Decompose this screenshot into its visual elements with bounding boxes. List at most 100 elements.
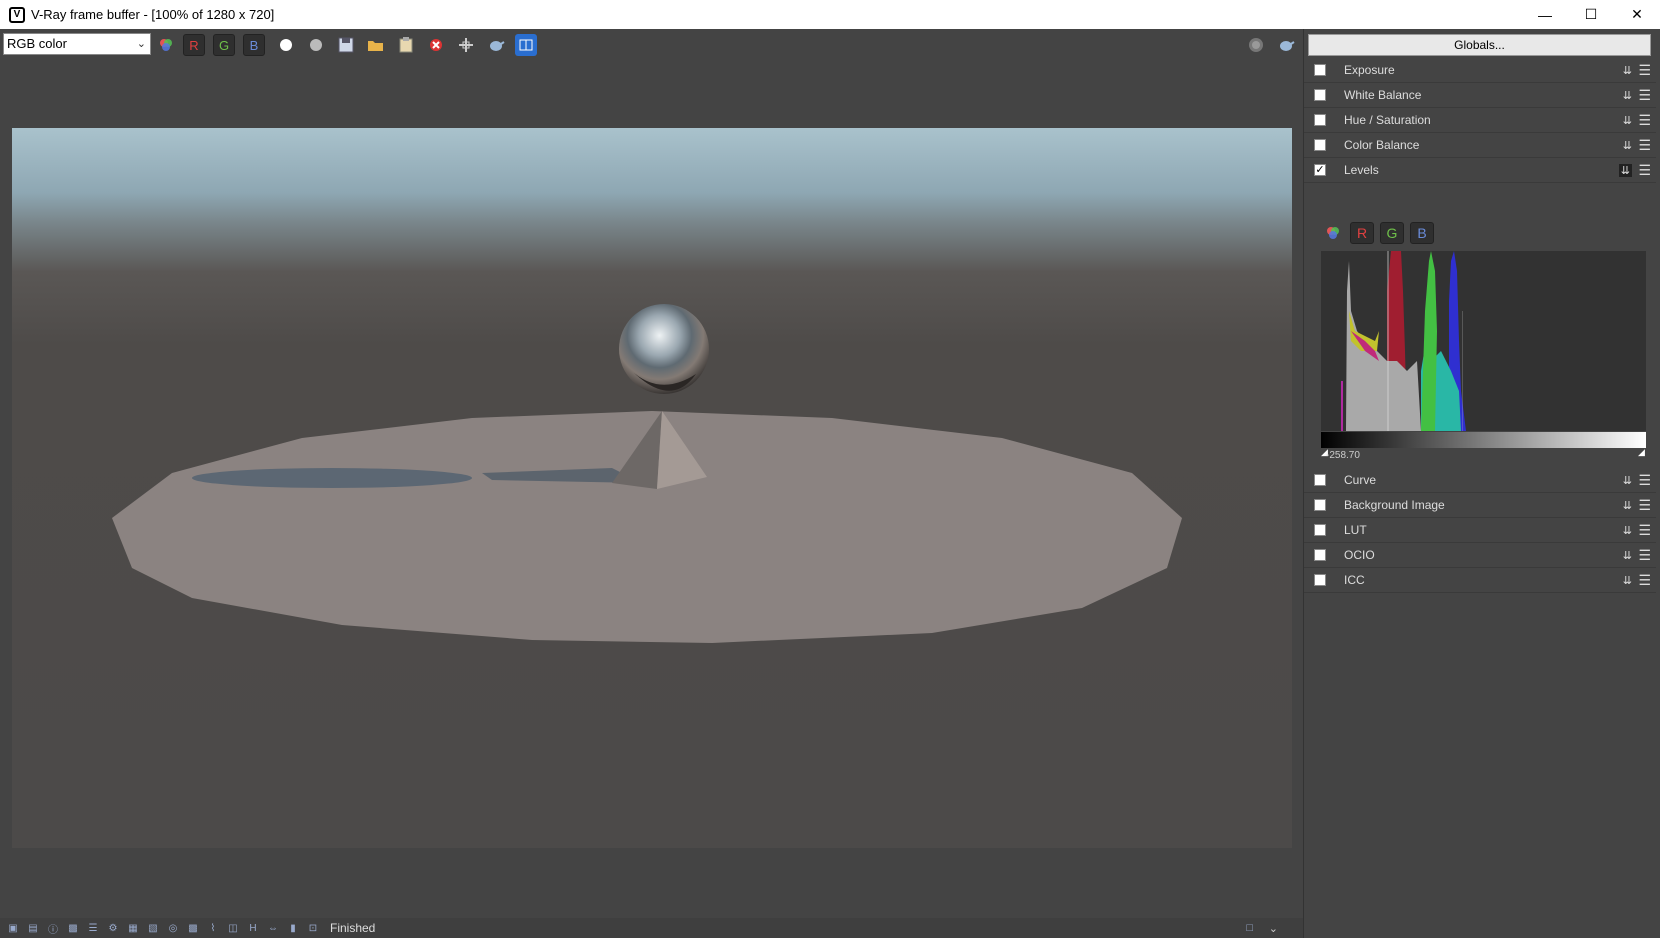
hue-saturation-checkbox[interactable]	[1314, 114, 1326, 126]
layer-row-lut[interactable]: LUT ⇊ ☰	[1304, 518, 1656, 543]
crop-icon[interactable]: ⊡	[306, 921, 320, 935]
panel-toggle-icon[interactable]: □	[1246, 922, 1253, 934]
collapse-icon[interactable]: ⇊	[1623, 499, 1632, 512]
window-controls: — ☐ ✕	[1522, 0, 1660, 29]
region-icon[interactable]	[455, 34, 477, 56]
levels-gradient-slider[interactable]	[1321, 432, 1646, 448]
compare-ab-icon[interactable]: ▮	[286, 921, 300, 935]
white-balance-checkbox[interactable]	[1314, 89, 1326, 101]
background-image-checkbox[interactable]	[1314, 499, 1326, 511]
mono-icon[interactable]	[305, 34, 327, 56]
collapse-icon[interactable]: ⇊	[1623, 474, 1632, 487]
ocio-checkbox[interactable]	[1314, 549, 1326, 561]
channel-select[interactable]: RGB color ⌄	[3, 33, 151, 55]
image-icon[interactable]: ▩	[186, 921, 200, 935]
minimize-icon[interactable]: —	[1522, 0, 1568, 29]
levels-checkbox[interactable]: ✓	[1314, 164, 1326, 176]
render-teapot-icon[interactable]	[485, 34, 507, 56]
interactive-teapot-icon[interactable]	[1275, 34, 1297, 56]
layer-row-ocio[interactable]: OCIO ⇊ ☰	[1304, 543, 1656, 568]
layer-row-levels[interactable]: ✓ Levels ⇊ ☰	[1304, 158, 1656, 183]
layer-row-color-balance[interactable]: Color Balance ⇊ ☰	[1304, 133, 1656, 158]
layer-row-curve[interactable]: Curve ⇊ ☰	[1304, 468, 1656, 493]
clear-icon[interactable]	[425, 34, 447, 56]
menu-icon[interactable]: ☰	[1638, 112, 1651, 129]
title-bar: V V-Ray frame buffer - [100% of 1280 x 7…	[0, 0, 1660, 29]
window-title: V-Ray frame buffer - [100% of 1280 x 720…	[31, 7, 275, 22]
levels-editor: R G B ◢ ◢ -258.70	[1310, 214, 1656, 464]
clipboard-icon[interactable]	[395, 34, 417, 56]
levels-green-button[interactable]: G	[1380, 222, 1404, 244]
layer-row-icc[interactable]: ICC ⇊ ☰	[1304, 568, 1656, 593]
collapse-icon[interactable]: ⇊	[1623, 574, 1632, 587]
white-point-icon[interactable]	[275, 34, 297, 56]
layer-label: ICC	[1344, 573, 1365, 587]
layer-row-background-image[interactable]: Background Image ⇊ ☰	[1304, 493, 1656, 518]
menu-icon[interactable]: ☰	[1638, 62, 1651, 79]
curve-icon[interactable]: ⌇	[206, 921, 220, 935]
color-channels-icon[interactable]	[155, 34, 177, 56]
rendered-image	[12, 128, 1292, 848]
compare-icon[interactable]	[515, 34, 537, 56]
menu-icon[interactable]: ☰	[1638, 162, 1651, 179]
channel-icon[interactable]: ◫	[226, 921, 240, 935]
collapse-icon[interactable]: ⇊	[1623, 549, 1632, 562]
menu-icon[interactable]: ☰	[1638, 522, 1651, 539]
color-balance-checkbox[interactable]	[1314, 139, 1326, 151]
icc-checkbox[interactable]	[1314, 574, 1326, 586]
settings-icon[interactable]: ⚙	[106, 921, 120, 935]
menu-icon[interactable]: ☰	[1638, 87, 1651, 104]
info-icon[interactable]: ⓘ	[46, 921, 60, 936]
menu-icon[interactable]: ☰	[1638, 547, 1651, 564]
all-channels-icon[interactable]	[1321, 222, 1345, 244]
lut-checkbox[interactable]	[1314, 524, 1326, 536]
histogram-icon[interactable]: ▦	[126, 921, 140, 935]
blue-channel-button[interactable]: B	[243, 34, 265, 56]
menu-icon[interactable]: ☰	[1638, 472, 1651, 489]
h-icon[interactable]: H	[246, 921, 260, 935]
render-history-icon[interactable]: ▣	[6, 921, 20, 935]
chevron-down-icon: ⌄	[136, 38, 146, 50]
exposure-checkbox[interactable]	[1314, 64, 1326, 76]
split-icon[interactable]: ⇔	[266, 921, 280, 935]
white-point-handle-icon[interactable]: ◢	[1638, 447, 1645, 458]
layer-row-hue-saturation[interactable]: Hue / Saturation ⇊ ☰	[1304, 108, 1656, 133]
globals-button[interactable]: Globals...	[1308, 34, 1651, 56]
menu-icon[interactable]: ☰	[1638, 572, 1651, 589]
layer-label: Color Balance	[1344, 138, 1420, 152]
color-picker-icon[interactable]: ▩	[66, 921, 80, 935]
levels-value: -258.70	[1326, 450, 1360, 461]
log-icon[interactable]: ▤	[26, 921, 40, 935]
red-channel-button[interactable]: R	[183, 34, 205, 56]
collapse-icon[interactable]: ⇊	[1623, 139, 1632, 152]
layers-icon[interactable]: ☰	[86, 921, 100, 935]
collapse-icon[interactable]: ⇊	[1623, 114, 1632, 127]
collapse-icon[interactable]: ⇊	[1623, 64, 1632, 77]
green-channel-button[interactable]: G	[213, 34, 235, 56]
expand-down-icon[interactable]: ⌄	[1269, 922, 1278, 935]
layer-row-white-balance[interactable]: White Balance ⇊ ☰	[1304, 83, 1656, 108]
menu-icon[interactable]: ☰	[1638, 137, 1651, 154]
close-icon[interactable]: ✕	[1614, 0, 1660, 29]
color-corrections-panel: Globals... Exposure ⇊ ☰ White Balance ⇊ …	[1303, 29, 1660, 938]
render-viewport[interactable]	[0, 60, 1303, 918]
open-icon[interactable]	[365, 34, 387, 56]
menu-icon[interactable]: ☰	[1638, 497, 1651, 514]
layer-label: Levels	[1344, 163, 1379, 177]
lock-icon[interactable]: ◎	[166, 921, 180, 935]
lens-effects-icon[interactable]	[1245, 34, 1267, 56]
expand-icon[interactable]: ⇊	[1618, 163, 1632, 177]
collapse-icon[interactable]: ⇊	[1623, 524, 1632, 537]
histogram[interactable]	[1321, 251, 1646, 431]
layer-row-exposure[interactable]: Exposure ⇊ ☰	[1304, 58, 1656, 83]
layer-label: Background Image	[1344, 498, 1445, 512]
channel-select-value: RGB color	[7, 36, 67, 51]
maximize-icon[interactable]: ☐	[1568, 0, 1614, 29]
collapse-icon[interactable]: ⇊	[1623, 89, 1632, 102]
stats-icon[interactable]: ▧	[146, 921, 160, 935]
curve-checkbox[interactable]	[1314, 474, 1326, 486]
levels-red-button[interactable]: R	[1350, 222, 1374, 244]
layer-label: White Balance	[1344, 88, 1422, 102]
save-icon[interactable]	[335, 34, 357, 56]
levels-blue-button[interactable]: B	[1410, 222, 1434, 244]
